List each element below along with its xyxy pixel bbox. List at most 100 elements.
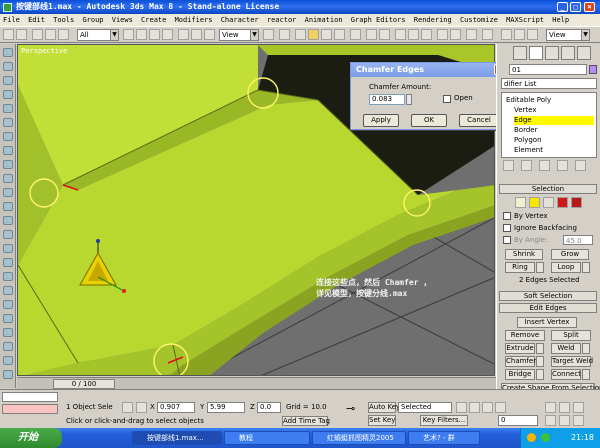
rectangle-selection-icon[interactable] <box>149 29 160 40</box>
apply-button[interactable]: Apply <box>363 114 399 127</box>
x-coord-field[interactable]: 0.907 <box>157 402 195 413</box>
tool-strip-icon[interactable] <box>3 160 13 169</box>
close-button[interactable]: × <box>584 2 595 12</box>
tool-strip-icon[interactable] <box>3 258 13 267</box>
tool-strip-icon[interactable] <box>3 146 13 155</box>
menu-tools[interactable]: Tools <box>53 16 74 24</box>
z-coord-field[interactable]: 0.0 <box>257 402 281 413</box>
dialog-title-bar[interactable]: Chamfer Edges × <box>351 63 507 77</box>
tool-strip-icon[interactable] <box>3 328 13 337</box>
select-scale-icon[interactable] <box>204 29 215 40</box>
layer-manager-icon[interactable] <box>395 29 406 40</box>
task-3dsmax[interactable]: 按键部线1.max... <box>132 431 222 445</box>
field-of-view-icon[interactable] <box>545 415 556 426</box>
tool-strip-icon[interactable] <box>3 272 13 281</box>
zoom-icon[interactable] <box>545 402 556 413</box>
current-frame-field[interactable]: 0 <box>498 415 538 426</box>
tray-icon[interactable] <box>541 433 550 442</box>
stack-item-vertex[interactable]: Vertex <box>514 106 594 115</box>
modifier-list-dropdown[interactable]: difier List <box>501 78 597 89</box>
make-unique-icon[interactable] <box>539 160 550 171</box>
vertex-level-icon[interactable] <box>515 197 526 208</box>
time-slider[interactable]: 0 / 100 <box>53 379 115 389</box>
ring-spinner[interactable] <box>536 262 544 273</box>
tool-strip-icon[interactable] <box>3 202 13 211</box>
curve-editor-icon[interactable] <box>408 29 419 40</box>
menu-group[interactable]: Group <box>82 16 103 24</box>
loop-button[interactable]: Loop <box>551 262 581 273</box>
tool-strip-icon[interactable] <box>3 244 13 253</box>
remove-modifier-icon[interactable] <box>557 160 568 171</box>
motion-tab-icon[interactable] <box>561 46 575 60</box>
menu-customize[interactable]: Customize <box>460 16 498 24</box>
polygon-level-icon[interactable] <box>557 197 568 208</box>
menu-help[interactable]: Help <box>552 16 569 24</box>
insert-vertex-button[interactable]: Insert Vertex <box>517 317 577 328</box>
menu-file[interactable]: File <box>3 16 20 24</box>
ring-button[interactable]: Ring <box>505 262 535 273</box>
menu-rendering[interactable]: Rendering <box>414 16 452 24</box>
menu-reactor[interactable]: reactor <box>267 16 297 24</box>
schematic-view-icon[interactable] <box>421 29 432 40</box>
stack-item-border[interactable]: Border <box>514 126 594 135</box>
next-frame-icon[interactable] <box>495 402 506 413</box>
task-chat-group[interactable]: 艺术? - 群 <box>408 431 480 445</box>
stack-item-edge[interactable]: Edge <box>514 116 594 125</box>
tool-strip-icon[interactable] <box>3 300 13 309</box>
select-link-icon[interactable] <box>32 29 43 40</box>
soft-selection-rollout-header[interactable]: Soft Selection <box>499 291 597 301</box>
activeshade-icon[interactable] <box>514 29 525 40</box>
tool-strip-icon[interactable] <box>3 370 13 379</box>
cancel-button[interactable]: Cancel <box>459 114 499 127</box>
bridge-settings-button[interactable] <box>536 369 544 380</box>
connect-settings-button[interactable] <box>582 369 590 380</box>
minimize-button[interactable]: _ <box>557 2 568 12</box>
weld-settings-button[interactable] <box>582 343 590 354</box>
auto-key-button[interactable]: Auto Key <box>368 402 400 413</box>
spinner-snap-icon[interactable] <box>334 29 345 40</box>
ignore-backfacing-checkbox[interactable] <box>503 224 511 232</box>
task-tutorial[interactable]: 教程 <box>224 431 310 445</box>
select-move-icon[interactable] <box>178 29 189 40</box>
absolute-mode-icon[interactable] <box>136 402 147 413</box>
undo-icon[interactable] <box>3 29 14 40</box>
angle-field[interactable]: 45.0 <box>563 235 593 245</box>
stack-item-editable-poly[interactable]: Editable Poly <box>506 96 594 105</box>
stack-item-polygon[interactable]: Polygon <box>514 136 594 145</box>
selection-filter-dropdown[interactable]: All ▼ <box>77 29 119 41</box>
tool-strip-icon[interactable] <box>3 174 13 183</box>
tool-strip-icon[interactable] <box>3 76 13 85</box>
loop-spinner[interactable] <box>582 262 590 273</box>
pan-icon[interactable] <box>559 415 570 426</box>
render-type-icon[interactable] <box>482 29 493 40</box>
chamfer-amount-field[interactable]: 0.083 <box>369 94 405 105</box>
pin-stack-icon[interactable] <box>503 160 514 171</box>
grow-button[interactable]: Grow <box>551 249 589 260</box>
material-editor-icon[interactable] <box>437 29 448 40</box>
weld-button[interactable]: Weld <box>551 343 581 354</box>
viewport-label[interactable]: Perspective <box>21 47 67 55</box>
bridge-button[interactable]: Bridge <box>505 369 535 380</box>
maximize-button[interactable]: □ <box>570 2 581 12</box>
split-button[interactable]: Split <box>551 330 591 341</box>
add-time-tag-button[interactable]: Add Time Tag <box>282 416 330 426</box>
previous-frame-icon[interactable] <box>469 402 480 413</box>
by-vertex-checkbox[interactable] <box>503 212 511 220</box>
modify-tab-icon[interactable] <box>529 46 543 60</box>
edit-edges-rollout-header[interactable]: Edit Edges <box>499 303 597 313</box>
render-scene-icon[interactable] <box>450 29 461 40</box>
tool-strip-icon[interactable] <box>3 230 13 239</box>
view-dropdown[interactable]: View ▼ <box>546 29 590 41</box>
connect-button[interactable]: Connect <box>551 369 581 380</box>
start-button[interactable]: 开始 <box>0 428 62 448</box>
show-end-result-icon[interactable] <box>521 160 532 171</box>
shrink-button[interactable]: Shrink <box>505 249 543 260</box>
menu-modifiers[interactable]: Modifiers <box>175 16 213 24</box>
menu-animation[interactable]: Animation <box>305 16 343 24</box>
chamfer-amount-spinner[interactable] <box>406 94 412 105</box>
element-level-icon[interactable] <box>571 197 582 208</box>
tool-strip-icon[interactable] <box>3 132 13 141</box>
extrude-button[interactable]: Extrude <box>505 343 535 354</box>
object-name-field[interactable]: 01 <box>509 64 587 75</box>
tool-strip-icon[interactable] <box>3 90 13 99</box>
